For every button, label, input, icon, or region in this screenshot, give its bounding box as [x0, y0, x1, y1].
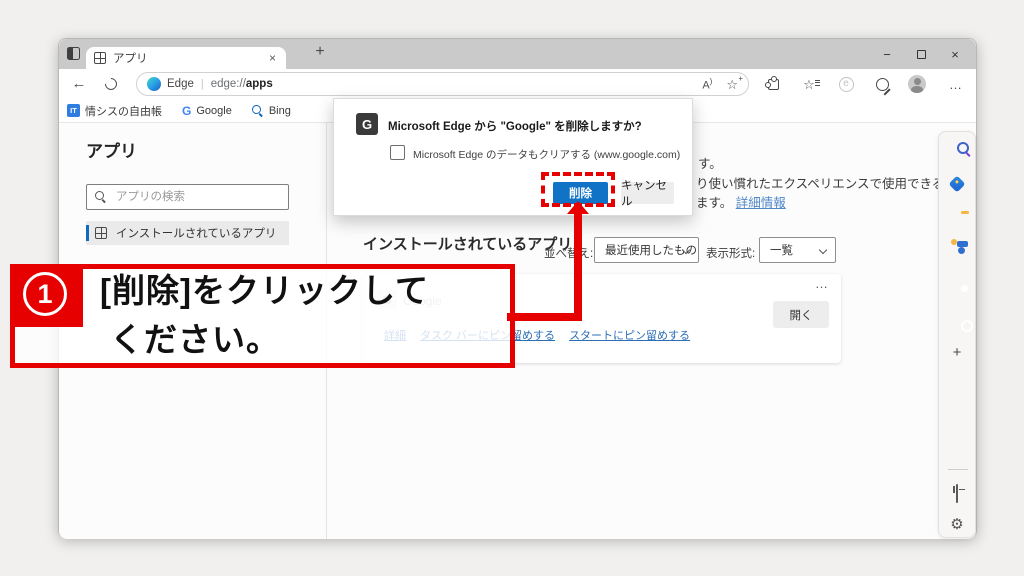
close-button[interactable]: ×: [938, 47, 972, 62]
tab-close-icon[interactable]: ×: [267, 51, 278, 65]
sidebar-item-installed-apps[interactable]: インストールされているアプリ: [86, 221, 289, 245]
card-more-icon[interactable]: …: [815, 276, 829, 291]
site-name: Edge: [167, 78, 194, 90]
clear-data-label: Microsoft Edge のデータもクリアする (www.google.co…: [413, 147, 680, 162]
it-site-icon: IT: [67, 104, 80, 117]
annotation-arrow-segment: [507, 313, 582, 321]
apps-grid-icon: [95, 227, 107, 239]
dialog-title: Microsoft Edge から "Google" を削除しますか?: [388, 118, 642, 134]
annotation-arrow-head: [567, 201, 589, 214]
search-input[interactable]: [114, 190, 280, 204]
open-in-panel-icon[interactable]: [956, 485, 958, 503]
ie-mode-icon[interactable]: e: [837, 75, 855, 93]
extensions-icon[interactable]: [764, 75, 782, 93]
new-tab-button[interactable]: +: [309, 43, 331, 61]
edge-logo-icon: [147, 77, 161, 91]
shopping-icon[interactable]: [949, 176, 966, 193]
remove-app-dialog: G Microsoft Edge から "Google" を削除しますか? Mi…: [333, 98, 693, 216]
maximize-button[interactable]: [904, 47, 938, 62]
tab-title: アプリ: [113, 50, 267, 66]
bookmark-google[interactable]: G Google: [182, 104, 232, 118]
edge-sidebar-rail: + ⚙: [938, 131, 976, 538]
add-to-sidebar-icon[interactable]: +: [953, 344, 962, 361]
annotation-text: [削除]をクリックして ください。: [100, 266, 429, 364]
maximize-icon: [917, 50, 926, 59]
selected-accent-bar: [86, 225, 89, 241]
favorites-icon[interactable]: ☆: [800, 75, 818, 93]
profile-avatar[interactable]: [908, 75, 926, 93]
add-favorite-icon[interactable]: ☆+: [726, 78, 738, 91]
app-search-box[interactable]: [86, 184, 289, 210]
address-divider: |: [201, 78, 204, 90]
section-title: インストールされているアプリ: [363, 233, 572, 254]
cancel-button[interactable]: キャンセル: [621, 182, 674, 204]
bookmark-joshisu[interactable]: IT 情シスの自由帳: [67, 103, 162, 119]
minimize-button[interactable]: −: [870, 47, 904, 62]
settings-gear-icon[interactable]: ⚙: [950, 517, 963, 532]
read-aloud-icon[interactable]: A): [702, 77, 712, 92]
intro-text-fragment: ます。 詳細情報: [696, 192, 786, 211]
step-number: 1: [23, 272, 67, 316]
intro-text-fragment: す。: [698, 153, 722, 172]
screenshot-stage: アプリ × + − × ← Edge | edge:// apps A): [0, 0, 1024, 576]
page-title: アプリ: [86, 137, 137, 162]
bookmark-bing[interactable]: Bing: [252, 105, 291, 117]
rail-divider: [948, 469, 968, 470]
clear-data-checkbox[interactable]: [390, 145, 405, 160]
tab-actions-menu-icon[interactable]: [67, 47, 80, 60]
view-label: 表示形式:: [706, 245, 755, 261]
back-button[interactable]: ←: [67, 69, 91, 99]
address-bar[interactable]: Edge | edge:// apps A) ☆+: [136, 72, 749, 96]
bing-search-icon: [252, 105, 264, 117]
toolbar: ← Edge | edge:// apps A) ☆+ ☆ e …: [59, 69, 976, 99]
url-scheme: edge://: [211, 78, 246, 90]
tab-apps[interactable]: アプリ ×: [86, 47, 286, 69]
google-app-icon: G: [356, 113, 378, 135]
titlebar: アプリ × + − ×: [59, 39, 976, 69]
open-button[interactable]: 開く: [773, 301, 829, 328]
view-dropdown[interactable]: 一覧: [759, 237, 836, 263]
reload-icon[interactable]: [103, 76, 120, 93]
sort-label: 並べ替え:: [544, 245, 593, 261]
annotation-arrow-segment: [574, 213, 582, 317]
learn-more-link[interactable]: 詳細情報: [736, 196, 786, 210]
web-capture-icon[interactable]: [873, 75, 891, 93]
sort-dropdown[interactable]: 最近使用したもの: [594, 237, 699, 263]
annotation-step-badge: 1: [10, 264, 83, 327]
search-icon: [95, 191, 107, 203]
pin-start-link[interactable]: スタートにピン留めする: [569, 327, 690, 343]
apps-grid-icon: [94, 52, 106, 64]
google-g-icon: G: [182, 104, 191, 118]
intro-text-fragment: り使い慣れたエクスペリエンスで使用できるよう: [696, 173, 969, 192]
url-host: apps: [246, 78, 273, 90]
window-controls: − ×: [870, 39, 972, 69]
settings-more-icon[interactable]: …: [947, 75, 965, 93]
